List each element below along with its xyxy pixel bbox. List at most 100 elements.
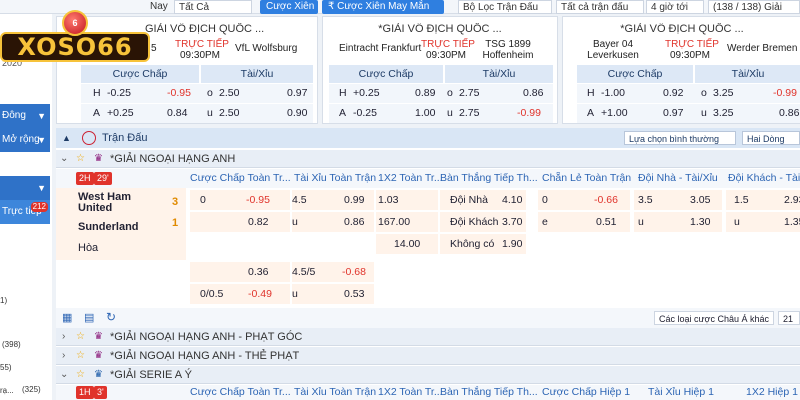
sidebar-item-blank[interactable]: ▼	[0, 176, 50, 200]
stats-icon[interactable]: ▦	[62, 311, 72, 324]
odds-cell[interactable]: 0 -0.66	[538, 190, 630, 210]
sidebar-count: 1)	[0, 296, 8, 305]
card-home-team: Eintracht Frankfurt	[339, 43, 422, 54]
odds-cell[interactable]: 167.00	[376, 212, 438, 232]
odds-row[interactable]: A +1.00 0.97 u 3.25 0.86	[577, 104, 800, 123]
odds-cell[interactable]: 4.5 0.99	[292, 190, 374, 210]
league-row[interactable]: ⌄ ☆ ♛ *GIẢI SERIE A Ý	[56, 366, 800, 384]
filter-all-select[interactable]: Tất Cả	[174, 0, 252, 14]
hours-select[interactable]: 4 giờ tới	[646, 0, 704, 14]
sidebar-item-dong[interactable]: Đông ▼	[0, 104, 50, 128]
card-league-title: *GIẢI VÔ ĐỊCH QUỐC ...	[378, 23, 502, 35]
chevron-right-icon: ›	[62, 350, 66, 361]
match-filter-select[interactable]: Bộ Lọc Trận Đấu	[458, 0, 552, 14]
league-name: *GIẢI SERIE A Ý	[110, 369, 192, 381]
odds-cell[interactable]: u1.35	[726, 212, 800, 232]
sidebar-item-expand[interactable]: Mở rộng ▼	[0, 128, 50, 152]
star-icon[interactable]: ☆	[76, 347, 85, 365]
odds-cell[interactable]: u 0.86	[292, 212, 374, 232]
all-matches-select[interactable]: Tất cả trận đấu	[556, 0, 644, 14]
odds-cell[interactable]: u 1.30	[634, 212, 722, 232]
handicap-header: Cược Chấp	[329, 65, 443, 83]
chart-icon[interactable]: ▤	[84, 311, 94, 324]
col-next-goal: Bàn Thắng Tiếp Th...	[440, 172, 538, 184]
league-flag-icon: ♛	[94, 153, 103, 164]
league-flag-icon: ♛	[94, 369, 103, 380]
other-odds-select[interactable]: Các loại cược Châu Á khác	[654, 311, 774, 325]
col-ou-h1: Tài Xỉu Hiệp 1	[648, 386, 714, 398]
odds-row[interactable]: H +0.25 0.89 o 2.75 0.86	[329, 84, 553, 103]
league-flag-icon: ♛	[94, 350, 103, 361]
handicap-header: Cược Chấp	[81, 65, 199, 83]
page-size-select[interactable]: 21	[778, 311, 800, 325]
card-status: TRỰC TIẾP 09:30PM	[665, 39, 719, 61]
odds-cell[interactable]: Không có 1.90	[440, 234, 526, 254]
league-row[interactable]: ⌄ ☆ ♛ *GIẢI NGOẠI HẠNG ANH	[56, 150, 800, 168]
match-table: ▲ Trận Đấu Lựa chọn bình thường Hai Dòng…	[56, 128, 800, 400]
sidebar-count: (325)	[22, 385, 41, 394]
odds-cell[interactable]: 1.52.93	[726, 190, 800, 210]
odds-cell[interactable]: 3.5 3.05	[634, 190, 722, 210]
odds-cell[interactable]: 0/0.5 -0.49	[190, 284, 290, 304]
card-away-team: Werder Bremen	[727, 43, 798, 54]
col-handicap: Cược Chấp Toàn Tr...	[190, 172, 291, 184]
two-line-select[interactable]: Hai Dòng	[742, 131, 800, 145]
col-1x2: 1X2 Toàn Tr...	[378, 386, 443, 398]
odds-row[interactable]: A +0.25 0.84 u 2.50 0.90	[81, 104, 313, 123]
col-odd-even: Chẵn Lẻ Toàn Trận	[542, 172, 632, 184]
site-logo[interactable]: XOSO66	[0, 32, 150, 62]
sidebar-item-live[interactable]: Trực tiếp 212	[0, 200, 50, 224]
parlay-button[interactable]: Cược Xiên	[260, 0, 318, 14]
odds-cell[interactable]: Đội Nhà 4.10	[440, 190, 526, 210]
league-flag-icon: ♛	[94, 331, 103, 342]
odds-cell[interactable]: 14.00	[376, 234, 438, 254]
sidebar-count: 55)	[0, 363, 12, 372]
odds-row[interactable]: A -0.25 1.00 u 2.75 -0.99	[329, 104, 553, 123]
away-score: 1	[172, 217, 179, 229]
league-row[interactable]: › ☆ ♛ *GIẢI NGOẠI HẠNG ANH - THẺ PHẠT	[56, 347, 800, 365]
refresh-icon[interactable]: ↻	[106, 310, 116, 324]
nav-fragment[interactable]: Nay	[150, 0, 168, 14]
col-over-under: Tài Xỉu Toàn Trận	[294, 172, 377, 184]
odds-cell[interactable]: Đội Khách 3.70	[440, 212, 526, 232]
col-1x2-h1: 1X2 Hiệp 1	[746, 386, 798, 398]
featured-match-card[interactable]: *GIẢI VÔ ĐỊCH QUỐC ... Bayer 04 Leverkus…	[562, 16, 800, 124]
collapse-icon[interactable]: ▲	[62, 128, 71, 148]
odds-cell[interactable]: 1.03	[376, 190, 438, 210]
sort-select[interactable]: Lựa chọn bình thường	[624, 131, 736, 145]
away-team: Sunderland	[78, 221, 139, 233]
odds-cell[interactable]: 0 -0.95	[190, 190, 290, 210]
card-league-title: *GIẢI VÔ ĐỊCH QUỐC ...	[620, 23, 744, 35]
odds-row[interactable]: H -0.25 -0.95 o 2.50 0.97	[81, 84, 313, 103]
odds-cell[interactable]: e 0.51	[538, 212, 630, 232]
card-home-team: 5	[151, 43, 157, 54]
star-icon[interactable]: ☆	[76, 328, 85, 346]
chevron-down-icon: ⌄	[60, 153, 69, 164]
odds-cell[interactable]: u 0.53	[292, 284, 374, 304]
match-teams[interactable]: West Ham United 3 Sunderland 1 Hòa	[56, 188, 186, 260]
card-status: TRỰC TIẾP 09:30PM	[175, 39, 229, 61]
odds-cell[interactable]: 0.82	[190, 212, 290, 232]
col-over-under: Tài Xỉu Toàn Trận	[294, 386, 377, 398]
odds-row[interactable]: H -1.00 0.92 o 3.25 -0.99	[577, 84, 800, 103]
live-count-badge: 212	[30, 202, 48, 212]
featured-match-card[interactable]: *GIẢI VÔ ĐỊCH QUỐC ... Eintracht Frankfu…	[322, 16, 558, 124]
sidebar-count: (398)	[2, 340, 21, 349]
col-home-ou: Đội Nhà - Tài/Xỉu	[638, 172, 718, 184]
col-handicap-h1: Cược Chấp Hiệp 1	[542, 386, 631, 398]
clock-icon	[82, 131, 96, 145]
odds-cell[interactable]: 4.5/5 -0.68	[292, 262, 374, 282]
over-under-header: Tài/Xỉu	[695, 65, 800, 83]
star-icon[interactable]: ☆	[76, 366, 85, 384]
league-count-select[interactable]: (138 / 138) Giải	[708, 0, 800, 14]
sidebar-item-label: Mở rộng	[2, 134, 40, 145]
star-icon[interactable]: ☆	[76, 150, 85, 168]
sidebar: 2020 Đông ▼ Mở rộng ▼ ▼ Trực tiếp 212 1) (3…	[0, 14, 52, 400]
league-row[interactable]: › ☆ ♛ *GIẢI NGOẠI HẠNG ANH - PHẠT GÓC	[56, 328, 800, 346]
odds-cell[interactable]: 0.36	[190, 262, 290, 282]
lucky-parlay-button[interactable]: ₹ Cược Xiên May Mắn	[322, 0, 444, 14]
match-toolbar: ▦ ▤ ↻ Các loại cược Châu Á khác 21	[56, 308, 800, 328]
league-name: *GIẢI NGOẠI HẠNG ANH - PHẠT GÓC	[110, 331, 303, 343]
period-badge: 2H	[76, 172, 94, 185]
chevron-down-icon: ▼	[37, 135, 46, 145]
